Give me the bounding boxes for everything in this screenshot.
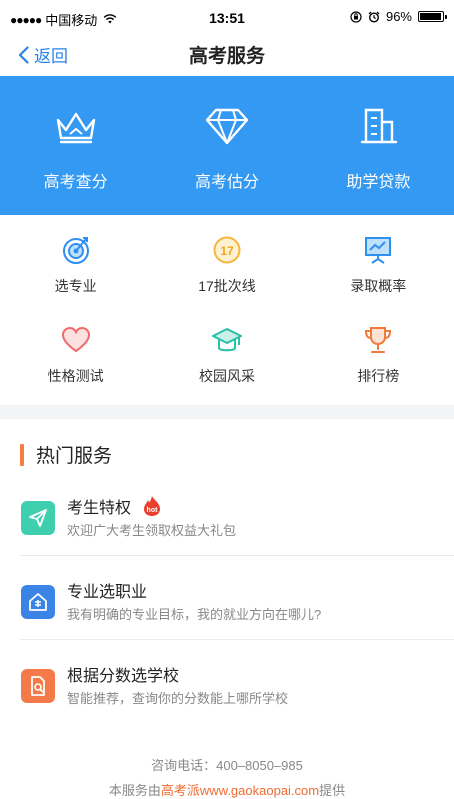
house-icon bbox=[21, 585, 55, 619]
section-title: 热门服务 bbox=[36, 446, 113, 467]
banner-label: 高考估分 bbox=[194, 174, 259, 191]
service-item-choose-school-by-score[interactable]: 根据分数选学校 智能推荐，查询你的分数能上哪所学校 bbox=[0, 640, 454, 724]
battery-icon bbox=[418, 11, 447, 22]
heart-icon bbox=[61, 326, 90, 353]
document-search-icon bbox=[21, 669, 55, 703]
grid-label: 选专业 bbox=[54, 278, 97, 294]
service-desc: 欢迎广大考生领取权益大礼包 bbox=[67, 523, 237, 538]
hot-badge-text: hot bbox=[147, 507, 159, 514]
crown-icon bbox=[56, 112, 95, 144]
building-icon bbox=[361, 108, 398, 144]
diamond-icon bbox=[205, 108, 249, 145]
service-grid: 选专业 17 17批次线 录取概率 性格测试 校园风采 排行榜 bbox=[0, 222, 454, 402]
banner-item-score-estimate[interactable]: 高考估分 bbox=[151, 76, 302, 215]
banner-label: 高考查分 bbox=[43, 174, 108, 191]
grid-label: 17批次线 bbox=[198, 278, 256, 294]
battery-percent: 96% bbox=[385, 9, 412, 24]
hot-services-header: 热门服务 bbox=[20, 441, 112, 468]
service-desc: 我有明确的专业目标，我的就业方向在哪儿? bbox=[67, 607, 322, 622]
grid-item-campus-style[interactable]: 校园风采 bbox=[151, 312, 302, 402]
svg-text:17: 17 bbox=[220, 244, 234, 258]
status-bar: ●●●●● 中国移动 13:51 96% bbox=[0, 0, 454, 34]
grid-label: 性格测试 bbox=[47, 368, 104, 384]
hot-badge-icon: hot bbox=[144, 496, 161, 516]
service-item-candidate-privilege[interactable]: 考生特权 hot 欢迎广大考生领取权益大礼包 bbox=[0, 472, 454, 556]
batch-17-icon: 17 bbox=[213, 236, 241, 264]
service-name: 专业选职业 bbox=[67, 584, 148, 601]
grid-item-admission-probability[interactable]: 录取概率 bbox=[303, 222, 454, 312]
footer-provider: 本服务由高考派www.gaokaopai.com提供 bbox=[0, 780, 454, 799]
nav-bar: 返回 高考服务 bbox=[0, 34, 454, 76]
footer-brand-link[interactable]: 高考派www.gaokaopai.com bbox=[161, 783, 319, 798]
grid-label: 录取概率 bbox=[350, 278, 407, 294]
trophy-icon bbox=[365, 327, 392, 353]
grid-row: 性格测试 校园风采 排行榜 bbox=[0, 312, 454, 402]
section-accent-bar bbox=[20, 443, 24, 466]
rotation-lock-icon bbox=[350, 10, 362, 23]
target-icon bbox=[62, 237, 89, 264]
grid-row: 选专业 17 17批次线 录取概率 bbox=[0, 222, 454, 312]
grid-item-ranking[interactable]: 排行榜 bbox=[303, 312, 454, 402]
chart-board-icon bbox=[365, 237, 392, 264]
service-name: 根据分数选学校 bbox=[67, 668, 180, 685]
service-name: 考生特权 hot bbox=[67, 494, 163, 518]
top-banner: 高考查分 高考估分 助学贷款 bbox=[0, 76, 454, 215]
service-item-major-career[interactable]: 专业选职业 我有明确的专业目标，我的就业方向在哪儿? bbox=[0, 556, 454, 640]
section-divider bbox=[0, 405, 454, 419]
grid-item-choose-major[interactable]: 选专业 bbox=[0, 222, 151, 312]
battery-fill bbox=[420, 13, 442, 20]
grid-item-personality-test[interactable]: 性格测试 bbox=[0, 312, 151, 402]
grid-label: 校园风采 bbox=[198, 368, 255, 384]
alarm-icon bbox=[368, 11, 380, 23]
grid-item-batch-line[interactable]: 17 17批次线 bbox=[151, 222, 302, 312]
graduation-cap-icon bbox=[211, 328, 242, 352]
banner-item-student-loan[interactable]: 助学贷款 bbox=[303, 76, 454, 215]
page-title: 高考服务 bbox=[188, 46, 265, 67]
service-name-text: 考生特权 bbox=[67, 500, 132, 517]
footer-suffix: 提供 bbox=[319, 783, 346, 798]
status-right: 96% bbox=[350, 9, 447, 24]
banner-item-score-query[interactable]: 高考查分 bbox=[0, 76, 151, 215]
service-desc: 智能推荐，查询你的分数能上哪所学校 bbox=[67, 691, 289, 706]
footer-prefix: 本服务由 bbox=[108, 783, 161, 798]
grid-label: 排行榜 bbox=[357, 368, 400, 384]
footer-phone: 咨询电话：400–8050–985 bbox=[151, 758, 303, 773]
banner-label: 助学贷款 bbox=[346, 174, 411, 191]
paper-plane-icon bbox=[21, 501, 55, 535]
